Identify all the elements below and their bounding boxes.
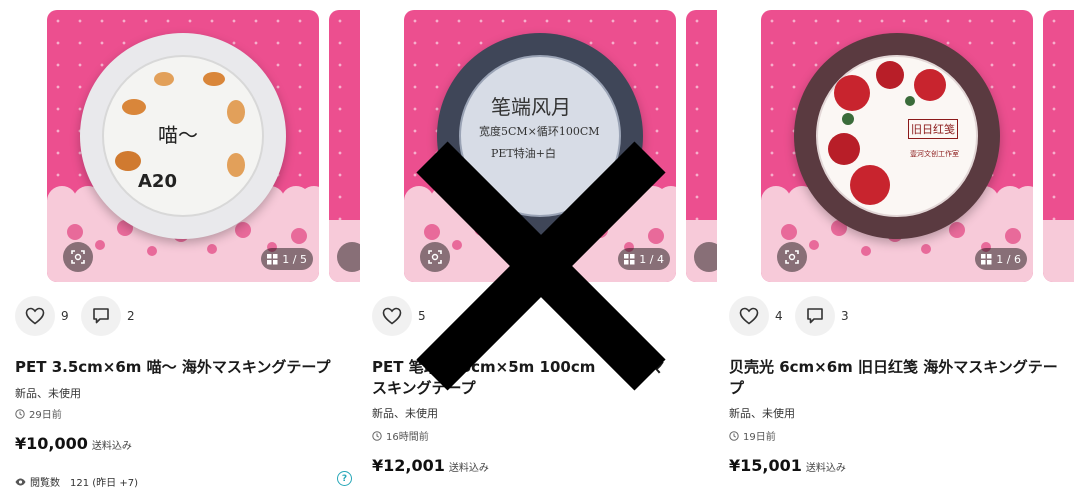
posted-time-text: 19日前 [743,432,776,443]
posted-time: 19日前 [729,428,776,443]
tape-roll: 旧日红笺 壹河文创工作室 [794,32,1000,239]
price: ¥15,001 送料込み [729,456,846,475]
price-value: ¥10,000 [15,434,88,453]
gallery-icon [981,253,992,264]
like-button[interactable] [15,296,55,336]
comment-count: 3 [841,309,849,323]
shipping-label: 送料込み [805,463,846,474]
like-button[interactable] [372,296,412,336]
product-title[interactable]: PET 3.5cm×6m 喵～ 海外マスキングテープ [15,357,350,378]
tape-roll: 喵～ A20 [80,32,286,239]
comment-icon [93,308,109,324]
image-carousel[interactable]: 喵～ A20 1 / 5 [15,10,360,285]
gallery-icon [267,253,278,264]
comment-button[interactable] [81,296,121,336]
scan-icon[interactable] [337,242,360,272]
posted-time-text: 29日前 [29,410,62,421]
product-card[interactable]: 旧日红笺 壹河文创工作室 1 / 6 4 3 贝壳光 6cm×6m 旧日红笺 海… [729,0,1074,491]
product-photo[interactable]: 旧日红笺 壹河文创工作室 1 / 6 [761,10,1033,282]
image-count-badge: 1 / 6 [975,248,1027,270]
heart-icon [25,307,45,325]
clock-icon [15,408,25,419]
tape-text: 喵～ [158,122,198,147]
comment-count: 2 [127,309,135,323]
clock-icon [729,430,739,441]
views-value: 121 (昨日 +7) [70,478,138,489]
like-button[interactable] [729,296,769,336]
next-photo-peek[interactable] [1043,10,1074,282]
condition: 新品、未使用 [372,407,438,420]
heart-icon [382,307,402,325]
scan-icon[interactable] [777,242,807,272]
shipping-label: 送料込み [448,463,489,474]
help-icon[interactable]: ? [337,471,352,486]
posted-time-text: 16時間前 [386,432,429,443]
image-count: 1 / 6 [996,252,1021,266]
scan-icon[interactable] [694,242,717,272]
tape-subtext: 壹河文创工作室 [910,149,959,158]
comment-icon [807,308,823,324]
heart-icon [739,307,759,325]
scan-icon[interactable] [63,242,93,272]
next-photo-peek[interactable] [329,10,360,282]
next-photo-peek[interactable] [686,10,717,282]
image-count: 1 / 5 [282,252,307,266]
posted-time: 16時間前 [372,428,429,443]
tape-code: A20 [138,170,177,192]
image-count-badge: 1 / 5 [261,248,313,270]
views-label: 閲覧数 [30,478,60,489]
price: ¥10,000 送料込み [15,434,132,453]
reaction-bar: 4 3 [729,296,1074,338]
view-count: 閲覧数 121 (昨日 +7) [15,474,138,489]
tape-text: 笔端风月 [491,94,571,119]
price-value: ¥12,001 [372,456,445,475]
tape-text: 旧日红笺 [908,118,958,139]
product-card[interactable]: 喵～ A20 1 / 5 9 2 PET 3.5cm×6m 喵～ 海外マスキング… [15,0,360,491]
shipping-label: 送料込み [91,441,132,452]
condition: 新品、未使用 [15,387,81,400]
condition: 新品、未使用 [729,407,795,420]
comment-button[interactable] [795,296,835,336]
clock-icon [372,430,382,441]
like-count: 9 [61,309,69,323]
price-value: ¥15,001 [729,456,802,475]
image-carousel[interactable]: 旧日红笺 壹河文创工作室 1 / 6 [729,10,1074,285]
reaction-bar: 9 2 [15,296,360,338]
posted-time: 29日前 [15,406,62,421]
cross-mark-icon [416,141,666,391]
price: ¥12,001 送料込み [372,456,489,475]
product-title[interactable]: 贝壳光 6cm×6m 旧日红笺 海外マスキングテープ [729,357,1064,399]
like-count: 4 [775,309,783,323]
product-photo[interactable]: 喵～ A20 1 / 5 [47,10,319,282]
eye-icon [15,478,26,485]
